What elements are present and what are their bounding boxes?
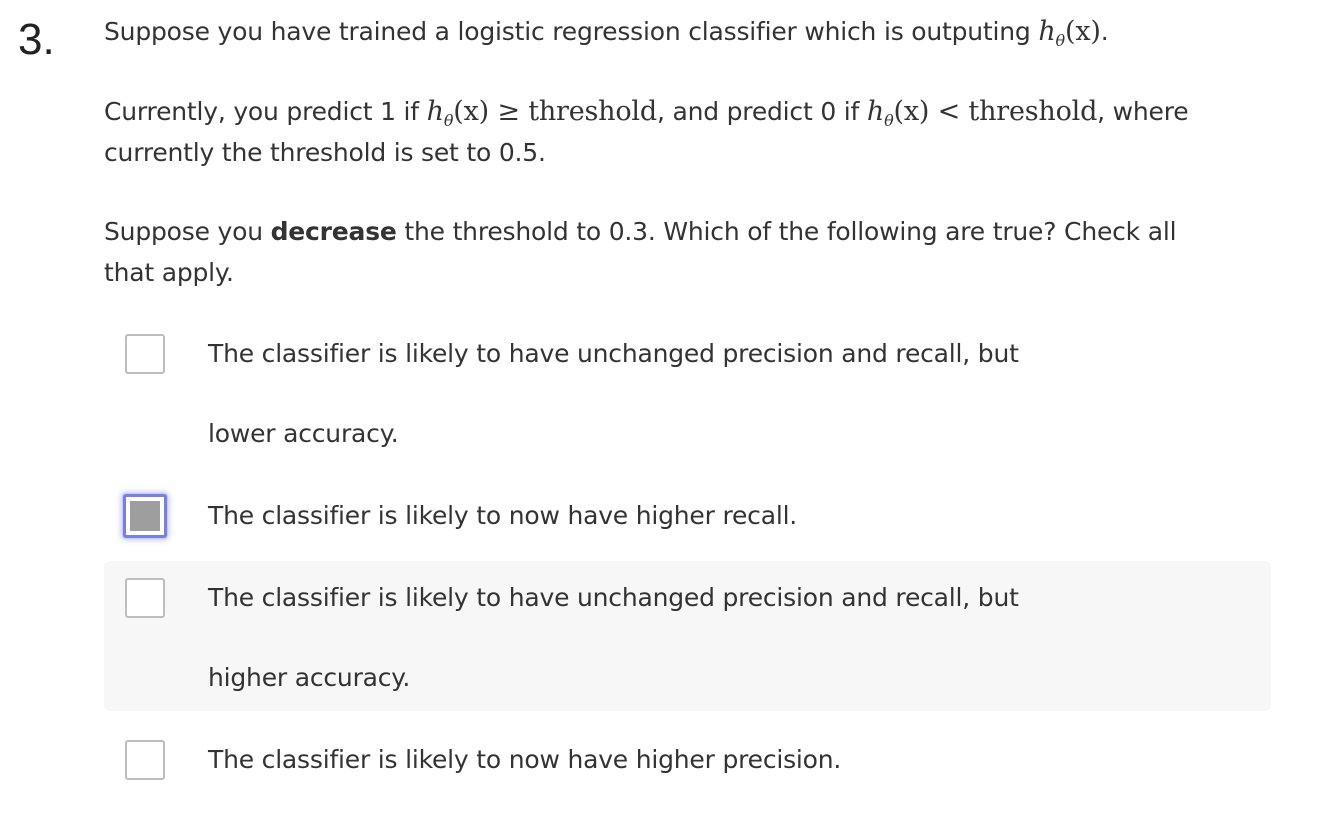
question-intro: Suppose you have trained a logistic regr… — [104, 16, 1109, 50]
question-rule: Currently, you predict 1 if hθ(x) ≥ thre… — [104, 96, 1189, 167]
threshold-term: threshold — [968, 96, 1098, 127]
lt-symbol: < — [929, 96, 969, 127]
emphasis-decrease: decrease — [270, 217, 397, 246]
hypothesis-formula: hθ(x) — [1038, 16, 1101, 50]
threshold-current-text: currently the threshold is set to 0.5. — [104, 138, 546, 167]
option-4-checkbox[interactable] — [125, 740, 165, 780]
question-number: 3. — [18, 15, 55, 64]
hypothesis-formula: hθ(x) — [426, 96, 490, 130]
question-prompt: Suppose you decrease the threshold to 0.… — [104, 217, 1177, 287]
option-3-label-line1[interactable]: The classifier is likely to have unchang… — [208, 578, 1019, 618]
intro-text: Suppose you have trained a logistic regr… — [104, 17, 1039, 46]
option-1-label-line1[interactable]: The classifier is likely to have unchang… — [208, 334, 1019, 374]
threshold-term: threshold — [528, 96, 657, 127]
checkbox-checked-fill — [130, 501, 160, 531]
hypothesis-formula: hθ(x) — [866, 96, 930, 130]
geq-symbol: ≥ — [489, 96, 529, 127]
option-2-checkbox[interactable] — [123, 494, 167, 538]
option-3-checkbox[interactable] — [125, 578, 165, 618]
option-3-label-line2[interactable]: higher accuracy. — [208, 658, 410, 698]
option-1-label-line2[interactable]: lower accuracy. — [208, 414, 399, 454]
option-1-checkbox[interactable] — [125, 334, 165, 374]
option-2-label[interactable]: The classifier is likely to now have hig… — [208, 496, 797, 536]
option-4-label[interactable]: The classifier is likely to now have hig… — [208, 740, 841, 780]
